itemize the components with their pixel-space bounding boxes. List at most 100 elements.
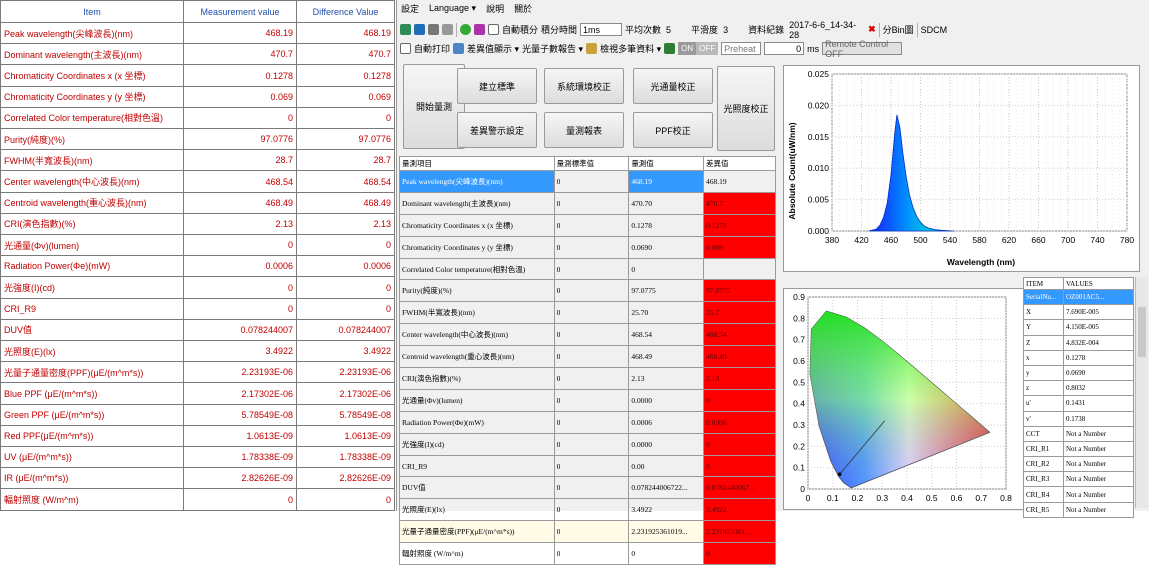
- system-env-cal-button[interactable]: 系統環境校正: [544, 68, 624, 104]
- measurement-row[interactable]: Chromaticity Coordinates y (y 坐標) 0 0.0690…: [399, 235, 777, 259]
- measurement-row[interactable]: Correlated Color temperature(相對色溫) 0 0: [399, 257, 777, 281]
- measurement-cell-standard: 0: [553, 432, 630, 456]
- col-measured-value: 量測值: [628, 156, 704, 171]
- measurement-row[interactable]: CRI_R9 0 0.00 0: [399, 454, 777, 478]
- measurement-row[interactable]: Peak wavelength(尖峰波長)(nm) 0 468.19 468.19: [399, 170, 777, 193]
- measure-report-button[interactable]: 量測報表: [544, 112, 624, 148]
- summary-row: DUV值 0.078244007 0.078244007: [0, 318, 395, 342]
- off-toggle[interactable]: OFF: [696, 42, 719, 55]
- values-row[interactable]: Y 4.150E-005: [1023, 319, 1134, 336]
- summary-cell-measurement: 468.49: [183, 191, 297, 214]
- measurement-row[interactable]: Dominant wavelength(主波長)(nm) 0 470.70 470.7: [399, 191, 777, 215]
- cie-y-tick-label: 0.4: [793, 399, 805, 409]
- values-row[interactable]: y 0.0690: [1023, 364, 1134, 382]
- measurement-row[interactable]: CRI(演色指數)(%) 0 2.13 2.13: [399, 367, 777, 390]
- measurement-cell-measured: 468.49: [628, 345, 704, 369]
- measurement-cell-measured: 0: [628, 257, 704, 281]
- record-field[interactable]: 2017-6-6_14-34-28: [787, 20, 865, 40]
- stop-icon[interactable]: [474, 24, 485, 35]
- measurement-row[interactable]: 輻射照度 (W/m^m) 0 0 0: [399, 542, 777, 565]
- values-row[interactable]: x 0.1278: [1023, 349, 1134, 366]
- on-toggle[interactable]: ON: [678, 42, 697, 55]
- smooth-stepper[interactable]: 3: [721, 23, 745, 36]
- scroll-thumb[interactable]: [1138, 307, 1146, 357]
- summary-cell-difference: 0: [296, 276, 395, 299]
- values-row[interactable]: Z 4.832E-004: [1023, 334, 1134, 351]
- sdcm-button[interactable]: SDCM: [921, 25, 948, 35]
- cie-y-tick-label: 0.1: [793, 463, 805, 473]
- values-row[interactable]: CRI_R3 Not a Number: [1023, 471, 1134, 488]
- values-row[interactable]: SerialNu... OZ001AC5...: [1023, 288, 1134, 306]
- values-row[interactable]: CCT Not a Number: [1023, 425, 1134, 442]
- measurement-cell-standard: 0: [553, 345, 630, 369]
- ppf-cal-button[interactable]: PPF校正: [633, 112, 713, 148]
- build-standard-button[interactable]: 建立標準: [457, 68, 537, 104]
- values-row[interactable]: X 7.690E-005: [1023, 304, 1134, 321]
- average-stepper[interactable]: 5: [664, 23, 688, 36]
- start-measure-button[interactable]: 開始量測: [403, 64, 465, 149]
- summary-cell-item: Correlated Color temperature(相對色溫): [0, 106, 184, 130]
- values-scrollbar[interactable]: [1135, 277, 1148, 508]
- toolbar-separator: [916, 22, 918, 37]
- measurement-row[interactable]: Radiation Power(Φe)(mW) 0 0.0006 0.0006: [399, 410, 777, 434]
- auto-print-checkbox[interactable]: [400, 43, 411, 54]
- menu-about[interactable]: 關於: [514, 2, 532, 15]
- values-row[interactable]: CRI_R2 Not a Number: [1023, 456, 1134, 473]
- summary-cell-difference: 0.078244007: [296, 318, 395, 342]
- cie-x-tick-label: 0.3: [876, 493, 888, 503]
- measurement-cell-measured: 0.00: [628, 454, 704, 478]
- bin-chart-button[interactable]: 分Bin圖: [883, 23, 914, 36]
- measurement-cell-measured: 0: [628, 542, 704, 565]
- illuminance-cal-button[interactable]: 光照度校正: [717, 66, 775, 151]
- col-item: Item: [0, 0, 184, 23]
- menu-settings[interactable]: 設定: [401, 2, 419, 15]
- save-icon[interactable]: [414, 24, 425, 35]
- col-values-value: VALUES: [1063, 277, 1134, 290]
- chart-icon[interactable]: [664, 43, 676, 54]
- diff-alert-setting-button[interactable]: 差異警示設定: [457, 112, 537, 148]
- values-row[interactable]: u' 0.1431: [1023, 395, 1134, 412]
- integration-time-label: 積分時間: [541, 25, 578, 35]
- values-row[interactable]: z 0.8032: [1023, 380, 1134, 397]
- multi-data-dropdown[interactable]: 檢視多筆資料 ▾: [600, 42, 661, 55]
- preheat-ms-input[interactable]: 0: [764, 42, 805, 55]
- measurement-row[interactable]: 光量子通量密度(PPF)(μE/(m^m*s)) 0 2.231925361019.…: [399, 520, 777, 544]
- print-icon[interactable]: [428, 24, 439, 35]
- spectrum-chart: Absolute Count(uW/nm) Wavelength (nm) 38…: [787, 69, 1134, 267]
- values-row[interactable]: CRI_R5 Not a Number: [1023, 501, 1134, 518]
- diff-display-dropdown[interactable]: 差異值顯示 ▾: [467, 42, 519, 55]
- measurement-row[interactable]: Center wavelength(中心波長)(nm) 0 468.54 468.54: [399, 323, 777, 347]
- integration-time-select[interactable]: 1ms: [580, 23, 623, 36]
- measurement-row[interactable]: Chromaticity Coordinates x (x 坐標) 0 0.1278…: [399, 213, 777, 237]
- remote-control-button[interactable]: Remote Control OFF: [822, 39, 903, 59]
- measurement-cell-diff: 468.49: [702, 345, 777, 369]
- measurement-cell-measured: 2.13: [628, 367, 704, 390]
- summary-cell-difference: 97.0776: [296, 128, 395, 151]
- measurement-row[interactable]: Centroid wavelength(重心波長)(nm) 0 468.49 468.…: [399, 345, 777, 369]
- values-row[interactable]: v' 0.1738: [1023, 410, 1134, 427]
- preheat-field[interactable]: Preheat: [721, 42, 762, 55]
- measurement-row[interactable]: Purity(純度)(%) 0 97.0775 97.0775: [399, 279, 777, 303]
- x-tick-label: 460: [884, 235, 898, 245]
- values-row[interactable]: CRI_R4 Not a Number: [1023, 486, 1134, 503]
- measurement-row[interactable]: 光強度(I)(cd) 0 0.0000 0: [399, 432, 777, 456]
- menu-language[interactable]: Language ▾: [429, 3, 476, 14]
- photon-report-dropdown[interactable]: 光量子數報告 ▾: [522, 42, 583, 55]
- auto-integration-checkbox[interactable]: [488, 24, 499, 35]
- camera-icon[interactable]: [442, 24, 453, 35]
- flux-cal-button[interactable]: 光通量校正: [633, 68, 713, 104]
- summary-cell-item: 輻射照度 (W/m^m): [0, 488, 184, 511]
- measurement-row[interactable]: FWHM(半寬波長)(nm) 0 25.70 25.7: [399, 301, 777, 325]
- measurement-row[interactable]: 光通量(Φv)(lumen) 0 0.0000 0: [399, 388, 777, 412]
- values-cell-value: 4.832E-004: [1063, 334, 1134, 351]
- run-icon[interactable]: [460, 24, 471, 35]
- x-tick-label: 380: [825, 235, 839, 245]
- delete-icon[interactable]: ✖: [868, 24, 876, 35]
- measurement-row[interactable]: DUV值 0 0.078244006722... 0.0782440067...: [399, 476, 777, 500]
- menu-help[interactable]: 說明: [486, 2, 504, 15]
- measurement-cell-diff: 2.13: [702, 367, 777, 390]
- open-icon[interactable]: [400, 24, 411, 35]
- values-row[interactable]: CRI_R1 Not a Number: [1023, 440, 1134, 458]
- summary-cell-item: Green PPF (μE/(m^m*s)): [0, 403, 184, 426]
- measurement-row[interactable]: 光照度(E)(lx) 0 3.4922 3.4922: [399, 498, 777, 522]
